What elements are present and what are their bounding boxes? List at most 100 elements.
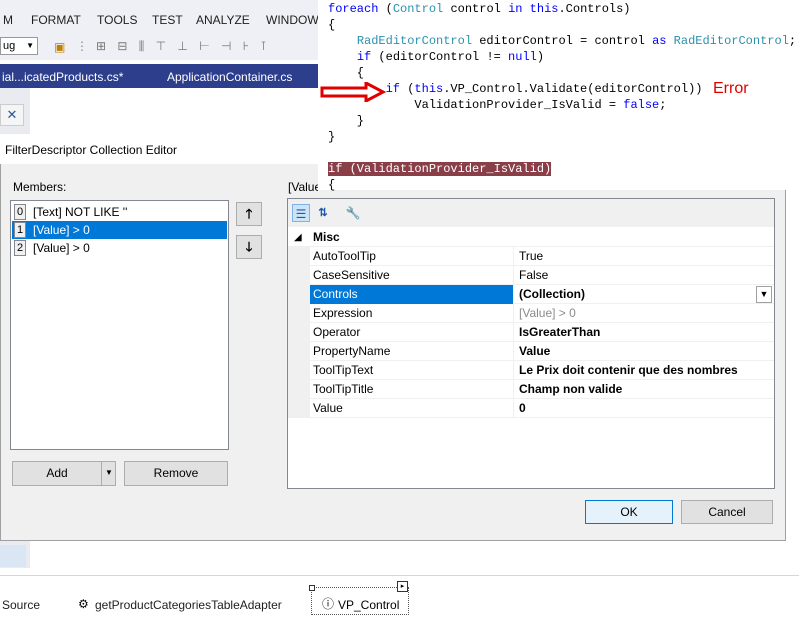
tray-item-selection[interactable]: ⓘ VP_Control [311,587,409,615]
row-gutter [288,342,310,361]
menu-item-window[interactable]: WINDOW [266,13,319,27]
table-adapter-icon: ⚙ [78,597,89,611]
error-label: Error [713,80,749,97]
row-gutter [288,380,310,399]
column-divider [513,304,514,323]
property-row[interactable]: AutoToolTip True [288,247,774,266]
toolbar-grip-icon: ⋮ [76,39,88,53]
property-value[interactable]: False [519,266,759,285]
property-name: ToolTipText [313,363,374,377]
member-text: [Value] > 0 [33,223,90,237]
property-value[interactable]: True [519,247,759,266]
add-label: Add [46,466,68,480]
info-icon: ⓘ [322,597,335,611]
property-name: ToolTipTitle [313,382,374,396]
list-item[interactable]: 2 [Value] > 0 [12,239,227,257]
add-dropdown-chevron-icon[interactable]: ▼ [101,462,116,485]
property-value[interactable]: (Collection) [519,285,759,304]
property-value[interactable]: Le Prix doit contenir que des nombres [519,361,759,380]
ok-button[interactable]: OK [585,500,673,524]
add-button[interactable]: Add ▼ [12,461,116,486]
column-divider [513,399,514,418]
collapse-icon[interactable]: ◢ [294,228,302,247]
menu-item-tools[interactable]: TOOLS [97,13,137,27]
property-name: Controls [310,285,514,304]
tray-item-table-adapter[interactable]: getProductCategoriesTableAdapter [95,598,282,612]
tray-item-source[interactable]: Source [2,598,40,612]
row-gutter [288,323,310,342]
property-row[interactable]: Expression [Value] > 0 [288,304,774,323]
code-line: } [328,114,365,128]
find-icon[interactable]: ▣ [54,40,65,54]
code-line: RadEditorControl editorControl = control… [356,34,797,48]
chevron-down-icon[interactable]: ▼ [756,286,772,303]
property-row[interactable]: PropertyName Value [288,342,774,361]
move-up-button[interactable]: 🡑 [236,202,262,226]
menu-item-test[interactable]: TEST [152,13,183,27]
chevron-down-icon: ▼ [26,41,34,50]
category-row[interactable]: ◢ Misc [288,228,774,247]
properties-label: [Value [288,180,318,194]
column-divider [513,361,514,380]
property-name: Value [313,401,343,415]
member-index: 2 [14,240,26,256]
property-value[interactable]: 0 [519,399,759,418]
column-divider [513,285,514,304]
property-pages-icon[interactable]: 🔧 [344,204,362,222]
row-gutter [288,361,310,380]
menu-item-format[interactable]: FORMAT [31,13,81,27]
document-tabstrip: ial...icatedProducts.cs* ApplicationCont… [0,64,330,88]
property-name: Operator [313,325,361,339]
member-index: 1 [14,222,26,238]
move-down-button[interactable]: 🡓 [236,235,262,259]
property-value[interactable]: Champ non valide [519,380,759,399]
code-line: { [328,18,336,32]
config-value: ug [3,40,16,52]
code-line: { [328,66,365,80]
tab-application-container[interactable]: ApplicationContainer.cs [167,70,292,84]
column-divider [513,247,514,266]
member-text: [Text] NOT LIKE '' [33,205,128,219]
property-value[interactable]: Value [519,342,759,361]
row-gutter [288,285,310,304]
property-row[interactable]: ToolTipTitle Champ non valide [288,380,774,399]
menu-item-analyze[interactable]: ANALYZE [196,13,250,27]
alphabetical-icon[interactable]: ⇅ [314,204,332,222]
remove-button[interactable]: Remove [124,461,228,486]
property-value[interactable]: IsGreaterThan [519,323,759,342]
member-text: [Value] > 0 [33,241,90,255]
close-icon[interactable]: ✕ [0,104,24,126]
side-panel-edge [0,545,26,567]
dialog-title: FilterDescriptor Collection Editor [5,143,178,157]
property-row[interactable]: CaseSensitive False [288,266,774,285]
members-list[interactable]: 0 [Text] NOT LIKE '' 1 [Value] > 0 2 [Va… [10,200,229,450]
code-line: { [328,178,336,192]
property-row[interactable]: Value 0 [288,399,774,418]
property-name: Expression [313,306,373,320]
column-divider [513,266,514,285]
smart-tag-icon[interactable]: ▸ [397,581,408,592]
property-row[interactable]: Operator IsGreaterThan [288,323,774,342]
row-gutter [288,399,310,418]
list-item-selected[interactable]: 1 [Value] > 0 [12,221,227,239]
cancel-button[interactable]: Cancel [681,500,773,524]
list-item[interactable]: 0 [Text] NOT LIKE '' [12,203,227,221]
menu-item[interactable]: M [3,13,13,27]
members-label: Members: [13,180,67,194]
categorized-icon[interactable]: ☰ [292,204,310,222]
category-label: Misc [313,230,340,244]
config-combo[interactable]: ug ▼ [0,37,38,55]
property-name: CaseSensitive [313,268,390,282]
align-icons[interactable]: ⊞ ⊟ ⫼ ⊤ ⊥ ⊢ ⊣ ⊦ ⊺ [96,39,271,54]
column-divider [513,380,514,399]
component-tray: Source ⚙ getProductCategoriesTableAdapte… [0,575,799,624]
tray-item-vp-control[interactable]: VP_Control [338,598,399,612]
property-row[interactable]: Controls (Collection) [288,285,774,304]
row-gutter [288,304,310,323]
code-line: } [328,130,336,144]
code-line-highlighted: if (ValidationProvider_IsValid) [328,162,552,176]
tab-products-cs[interactable]: ial...icatedProducts.cs* [2,70,123,84]
property-value[interactable]: [Value] > 0 [519,304,759,323]
column-divider [513,323,514,342]
property-row[interactable]: ToolTipText Le Prix doit contenir que des… [288,361,774,380]
